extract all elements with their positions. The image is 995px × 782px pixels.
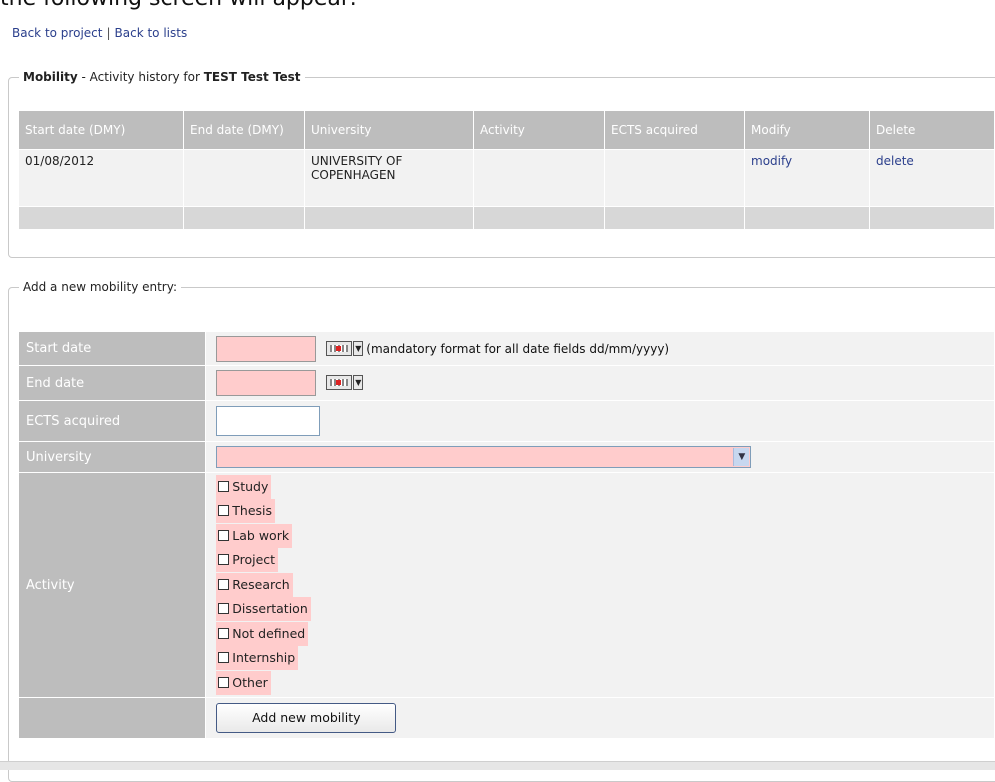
activity-option-label: Other (232, 674, 268, 690)
start-date-row: Start date ▼ (mandatory format for all da… (17, 331, 995, 366)
date-format-hint: (mandatory format for all date fields dd… (366, 341, 670, 356)
start-date-input[interactable] (216, 335, 317, 362)
back-to-project-link[interactable]: Back to project (12, 26, 102, 40)
col-end-date: End date (DMY) (183, 110, 305, 150)
submit-label-cell (17, 697, 207, 739)
add-new-mobility-button[interactable]: Add new mobility (216, 703, 397, 733)
university-cell: ▼ (205, 441, 995, 473)
history-legend: Mobility - Activity history for TEST Tes… (19, 70, 305, 84)
activity-option-other[interactable]: Other (216, 670, 994, 696)
activity-option-internship[interactable]: Internship (216, 646, 994, 671)
ects-row: ECTS acquired (17, 400, 995, 442)
checkbox[interactable] (218, 529, 230, 541)
checkbox[interactable] (218, 505, 230, 517)
table-footer-row (18, 206, 995, 230)
end-date-cell: ▼ (205, 365, 995, 401)
university-label: University (17, 441, 207, 473)
cell-ects (604, 149, 745, 207)
start-date-label: Start date (17, 331, 207, 366)
activity-row: Activity Study Thesis Lab work Project R… (17, 472, 995, 698)
chevron-down-icon: ▼ (353, 340, 364, 356)
activity-option-label: Research (232, 576, 290, 592)
history-table: Start date (DMY) End date (DMY) Universi… (18, 110, 995, 230)
footer-cell (869, 206, 995, 230)
activity-option-study[interactable]: Study (216, 474, 994, 500)
col-delete: Delete (869, 110, 995, 150)
activity-option-label: Dissertation (232, 601, 308, 617)
end-date-input[interactable] (216, 370, 317, 396)
cell-end-date (183, 149, 305, 207)
activity-option-research[interactable]: Research (216, 572, 994, 598)
activity-option-label: Project (232, 552, 276, 568)
history-legend-text: - Activity history for (77, 70, 204, 84)
activity-option-thesis[interactable]: Thesis (216, 499, 994, 524)
end-date-row: End date ▼ (17, 365, 995, 401)
activity-label: Activity (17, 472, 207, 698)
cell-university: UNIVERSITY OF COPENHAGEN (304, 149, 474, 207)
calendar-icon (326, 340, 353, 356)
col-start-date: Start date (DMY) (18, 110, 184, 150)
checkbox[interactable] (218, 676, 230, 688)
submit-row: Add new mobility (17, 697, 995, 739)
history-legend-title: Mobility (23, 70, 78, 84)
ects-label: ECTS acquired (17, 400, 207, 442)
checkbox[interactable] (218, 554, 230, 566)
activity-option-label: Internship (232, 650, 296, 666)
activity-option-dissertation[interactable]: Dissertation (216, 597, 994, 622)
activity-checkbox-list: Study Thesis Lab work Project Research D… (205, 472, 995, 698)
ects-input[interactable] (216, 406, 321, 436)
activity-option-project[interactable]: Project (216, 548, 994, 573)
col-university: University (304, 110, 474, 150)
start-date-cell: ▼ (mandatory format for all date fields d… (205, 331, 995, 366)
footer-cell (604, 206, 745, 230)
checkbox[interactable] (218, 627, 230, 639)
history-header-row: Start date (DMY) End date (DMY) Universi… (18, 110, 995, 150)
start-date-calendar-icon[interactable]: ▼ (326, 340, 364, 358)
add-mobility-legend: Add a new mobility entry: (23, 280, 178, 294)
modify-link[interactable]: modify (751, 154, 792, 168)
history-legend-person: TEST Test Test (203, 70, 301, 84)
end-date-label: End date (17, 365, 207, 401)
table-row: 01/08/2012 UNIVERSITY OF COPENHAGEN modi… (18, 149, 995, 207)
delete-link[interactable]: delete (876, 154, 914, 168)
checkbox[interactable] (218, 652, 230, 664)
calendar-icon (326, 375, 353, 390)
footer-cell (304, 206, 474, 230)
checkbox[interactable] (218, 603, 230, 615)
submit-cell: Add new mobility (205, 697, 995, 739)
university-select[interactable]: ▼ (216, 446, 752, 468)
footer-cell (18, 206, 184, 230)
footer-cell (183, 206, 305, 230)
col-activity: Activity (473, 110, 605, 150)
activity-option-lab-work[interactable]: Lab work (216, 523, 994, 549)
add-mobility-form: Start date ▼ (mandatory format for all da… (17, 331, 995, 739)
cell-activity (473, 149, 605, 207)
cell-delete: delete (869, 149, 995, 207)
chevron-down-icon: ▼ (353, 375, 364, 390)
end-date-calendar-icon[interactable]: ▼ (326, 374, 364, 392)
footer-cell (473, 206, 605, 230)
col-ects: ECTS acquired (604, 110, 745, 150)
activity-option-label: Lab work (232, 527, 290, 543)
back-to-lists-link[interactable]: Back to lists (115, 26, 188, 40)
ects-cell (205, 400, 995, 442)
activity-option-label: Thesis (232, 503, 273, 519)
activity-option-label: Not defined (232, 625, 306, 641)
footer-cell (744, 206, 870, 230)
university-row: University ▼ (17, 441, 995, 473)
col-modify: Modify (744, 110, 870, 150)
cell-start-date: 01/08/2012 (18, 149, 184, 207)
activity-option-not-defined[interactable]: Not defined (216, 621, 994, 647)
checkbox[interactable] (218, 578, 230, 590)
page-intro-text: the following screen will appear: (0, 0, 357, 11)
cell-modify: modify (744, 149, 870, 207)
nav-separator: | (106, 26, 111, 40)
checkbox[interactable] (218, 480, 230, 492)
breadcrumb: Back to project | Back to lists (12, 26, 187, 40)
chevron-down-icon: ▼ (733, 448, 750, 466)
activity-option-label: Study (232, 478, 269, 494)
